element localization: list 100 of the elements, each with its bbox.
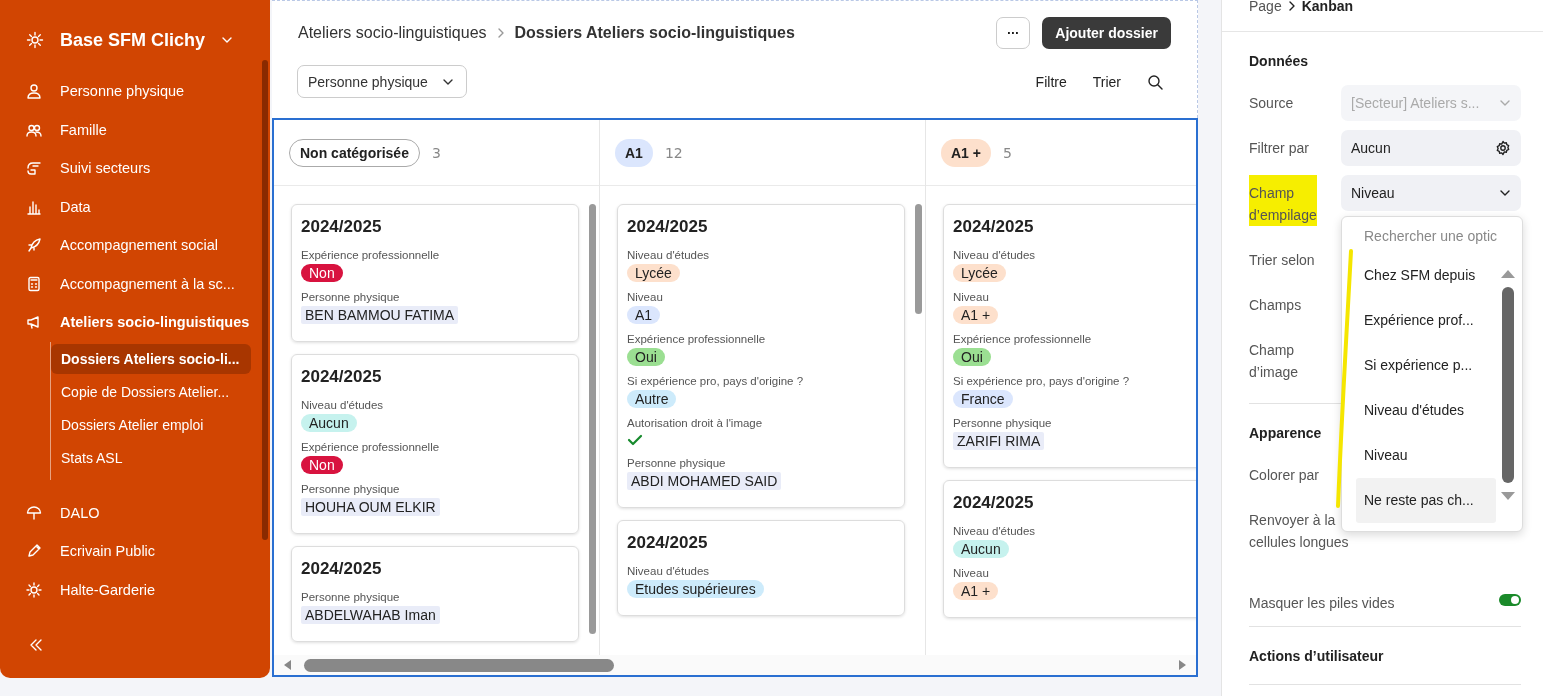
card-title: 2024/2025 [627,217,709,237]
dropdown-option[interactable]: Si expérience p... [1356,343,1496,388]
field-label: Expérience professionnelle [301,441,440,453]
field-label: Autorisation droit à l'image [627,417,763,429]
breadcrumb-item: Dossiers Ateliers socio-linguistiques [514,24,795,42]
section-title: Apparence [1249,425,1323,441]
add-button[interactable]: Ajouter dossier [1042,17,1171,49]
section-title: Données [1249,53,1310,69]
sidebar-item[interactable]: Accompagnement à la sc... [26,264,270,303]
sidebar-item[interactable]: Ateliers socio-linguistiques [26,303,270,342]
record-card[interactable]: 2024/2025 Expérience professionnelle Non Personne physique BEN BAMMOU FATIMA [291,204,579,342]
breadcrumb-item[interactable]: Page [1249,0,1282,14]
tag: A1 + [953,306,999,324]
view-select[interactable]: Personne physique [297,65,467,98]
field-label: Niveau d'études [627,249,710,261]
setting-label: Champ d’image [1249,341,1299,382]
section-title: Actions d’utilisateur [1249,648,1385,664]
sidebar-subitem[interactable]: Copie de Dossiers Atelier... [51,376,251,407]
tag: A1 [627,306,661,324]
record-card[interactable]: 2024/2025 Niveau d'études Aucun Expérience professionnelle Non Personne physique HOUHA OUM ELKIR [291,354,579,534]
field-label: Niveau d'études [953,525,1036,537]
select-field[interactable]: Aucun [1341,130,1521,166]
tag: A1 + [953,582,999,600]
linked-record[interactable]: ZARIFI RIMA [953,432,1045,450]
field-label: Expérience professionnelle [627,333,766,345]
tag: Etudes supérieures [627,580,764,598]
breadcrumb-item[interactable]: Ateliers socio-linguistiques [298,24,487,42]
sidebar-subitem[interactable]: Stats ASL [51,442,251,473]
tag: France [953,390,1013,408]
linked-record[interactable]: BEN BAMMOU FATIMA [301,306,459,324]
tag: Non [301,264,343,282]
field-label: Niveau [953,567,989,579]
card-title: 2024/2025 [301,217,383,237]
tag: Lycée [953,264,1006,282]
field-label: Si expérience pro, pays d'origine ? [953,375,1130,387]
tag: Aucun [953,540,1009,558]
stack-label: A1 [615,138,653,167]
dropdown-option[interactable]: Expérience prof... [1356,298,1496,343]
setting-label: Champs [1249,296,1302,315]
setting-label: Source [1249,94,1294,113]
sidebar-item[interactable]: Halte-Garderie [26,570,270,609]
record-card[interactable]: 2024/2025 Niveau d'études Etudes supérieures [617,520,905,616]
field-label: Personne physique [301,291,400,303]
field-label: Expérience professionnelle [301,249,440,261]
tag: Aucun [301,414,357,432]
stack-count: 12 [664,144,683,161]
sidebar-item[interactable]: Data [26,187,270,226]
field-label: Personne physique [627,457,726,469]
setting-label: Renvoyer à la cellules longues [1249,511,1349,552]
field-label: Niveau d'études [301,399,384,411]
sidebar-item[interactable]: Famille [26,110,270,149]
sidebar-subitem[interactable]: Dossiers Ateliers socio-li... [51,343,251,374]
dropdown-option[interactable]: Ne reste pas ch... [1356,478,1496,523]
breadcrumb-item: Kanban [1301,0,1354,14]
field-label: Niveau d'études [953,249,1036,261]
field-label: Personne physique [301,483,400,495]
linked-record[interactable]: ABDI MOHAMED SAID [627,472,782,490]
dropdown-option[interactable]: Niveau d'études [1356,388,1496,433]
tag: Autre [627,390,677,408]
linked-record[interactable]: ABDELWAHAB Iman [301,606,440,624]
dropdown-option[interactable]: Niveau [1356,433,1496,478]
tag: Oui [627,348,665,366]
sort-button[interactable]: Trier [1084,69,1129,94]
workspace-switcher[interactable]: Base SFM Clichy [26,28,270,52]
card-title: 2024/2025 [627,533,709,553]
setting-label: Champ d’empilage [1249,175,1317,226]
card-title: 2024/2025 [301,367,383,387]
tag: Lycée [627,264,680,282]
sidebar-item[interactable]: Suivi secteurs [26,149,270,188]
tag: Non [301,456,343,474]
field-label: Personne physique [953,417,1052,429]
sidebar-item[interactable]: Ecrivain Public [26,532,270,571]
linked-record[interactable]: HOUHA OUM ELKIR [301,498,440,516]
stack-count: 3 [431,144,441,161]
sidebar-item[interactable]: Personne physique [26,72,270,111]
field-label: Expérience professionnelle [953,333,1092,345]
dropdown-option[interactable]: Chez SFM depuis [1356,253,1496,298]
record-card[interactable]: 2024/2025 Personne physique ABDELWAHAB Iman [291,546,579,642]
card-title: 2024/2025 [953,217,1035,237]
sidebar-subitem[interactable]: Dossiers Atelier emploi [51,409,251,440]
field-label: Personne physique [301,591,400,603]
field-label: Niveau [627,291,663,303]
record-card[interactable]: 2024/2025 Niveau d'études Lycée Niveau A1 Expérience professionnelle Oui Si expérience pro, pays d'origine ? Autre Autorisation droit à l'image Personne physique ABDI MOHAMED SAID [617,204,905,508]
filter-button[interactable]: Filtre [1027,69,1075,94]
field-label: Niveau [953,291,989,303]
stack-label: A1 + [941,138,991,167]
card-title: 2024/2025 [301,559,383,579]
select-field[interactable]: Niveau [1341,175,1521,211]
stack-label: Non catégorisée [289,138,420,167]
sidebar-item[interactable]: Accompagnement social [26,226,270,265]
setting-label: Trier selon [1249,251,1315,270]
field-label: Si expérience pro, pays d'origine ? [627,375,804,387]
more-button[interactable]: ··· [996,17,1031,49]
setting-label: Filtrer par [1249,139,1309,158]
card-title: 2024/2025 [953,493,1035,513]
sidebar-item[interactable]: DALO [26,493,270,532]
field-label: Niveau d'études [627,565,710,577]
setting-label: Masquer les piles vides [1249,594,1395,613]
setting-label: Colorer par [1249,466,1320,485]
tag: Oui [953,348,991,366]
